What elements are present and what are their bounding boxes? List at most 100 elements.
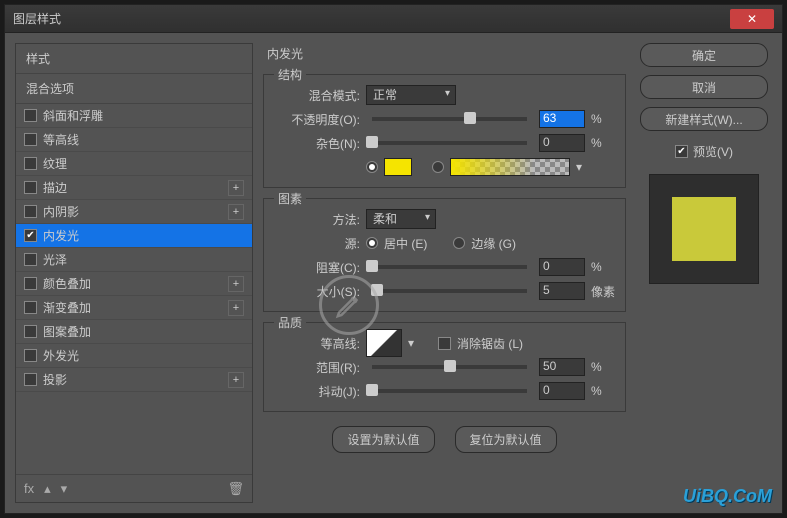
opacity-input[interactable]: 63 (539, 110, 585, 128)
style-checkbox[interactable] (24, 349, 37, 362)
quality-title: 品质 (274, 314, 306, 331)
close-button[interactable]: ✕ (730, 9, 774, 29)
contour-dropdown-icon[interactable]: ▾ (408, 336, 414, 350)
jitter-label: 抖动(J): (274, 383, 360, 400)
style-item-5[interactable]: 内发光 (16, 224, 252, 248)
source-center-radio[interactable] (366, 237, 378, 249)
style-label: 描边 (43, 179, 228, 196)
blend-mode-select[interactable]: 正常 (366, 85, 456, 105)
layer-style-dialog: 图层样式 ✕ 样式 混合选项 斜面和浮雕等高线纹理描边+内阴影+内发光光泽颜色叠… (4, 4, 783, 514)
style-label: 投影 (43, 371, 228, 388)
style-item-9[interactable]: 图案叠加 (16, 320, 252, 344)
cancel-button[interactable]: 取消 (640, 75, 768, 99)
range-label: 范围(R): (274, 359, 360, 376)
range-input[interactable]: 50 (539, 358, 585, 376)
chevron-up-icon[interactable]: ▴ (44, 481, 51, 497)
add-effect-icon[interactable]: + (228, 180, 244, 196)
noise-input[interactable]: 0 (539, 134, 585, 152)
style-item-4[interactable]: 内阴影+ (16, 200, 252, 224)
style-checkbox[interactable] (24, 229, 37, 242)
fx-icon[interactable]: fx (24, 481, 34, 496)
styles-footer: fx ▴ ▾ 🗑 (16, 474, 252, 502)
style-item-3[interactable]: 描边+ (16, 176, 252, 200)
style-checkbox[interactable] (24, 253, 37, 266)
style-checkbox[interactable] (24, 277, 37, 290)
range-slider[interactable] (372, 365, 527, 369)
section-title: 内发光 (263, 43, 626, 64)
size-unit: 像素 (591, 283, 615, 300)
source-edge-radio[interactable] (453, 237, 465, 249)
style-checkbox[interactable] (24, 109, 37, 122)
style-label: 图案叠加 (43, 323, 244, 340)
structure-title: 结构 (274, 66, 306, 83)
style-checkbox[interactable] (24, 181, 37, 194)
structure-group: 结构 混合模式: 正常 不透明度(O): 63 % 杂色(N): 0 % (263, 74, 626, 188)
reset-default-button[interactable]: 复位为默认值 (455, 426, 557, 453)
ok-button[interactable]: 确定 (640, 43, 768, 67)
style-checkbox[interactable] (24, 373, 37, 386)
noise-slider[interactable] (372, 141, 527, 145)
elements-group: 图素 方法: 柔和 源: 居中 (E) 边缘 (G) 阻塞(C): 0 (263, 198, 626, 312)
gradient-dropdown-icon[interactable]: ▾ (576, 160, 582, 174)
preview-label[interactable]: 预览(V) (693, 143, 733, 160)
chevron-down-icon[interactable]: ▾ (61, 481, 68, 497)
style-item-7[interactable]: 颜色叠加+ (16, 272, 252, 296)
style-label: 等高线 (43, 131, 244, 148)
range-unit: % (591, 360, 615, 374)
settings-panel: 内发光 结构 混合模式: 正常 不透明度(O): 63 % 杂色(N): 0 (263, 43, 626, 503)
style-item-10[interactable]: 外发光 (16, 344, 252, 368)
size-input[interactable]: 5 (539, 282, 585, 300)
titlebar: 图层样式 ✕ (5, 5, 782, 33)
opacity-unit: % (591, 112, 615, 126)
style-label: 纹理 (43, 155, 244, 172)
style-item-2[interactable]: 纹理 (16, 152, 252, 176)
preview-swatch (672, 197, 736, 261)
source-label: 源: (274, 235, 360, 252)
choke-slider[interactable] (372, 265, 527, 269)
style-item-11[interactable]: 投影+ (16, 368, 252, 392)
blend-options-heading[interactable]: 混合选项 (16, 74, 252, 104)
noise-unit: % (591, 136, 615, 150)
style-checkbox[interactable] (24, 157, 37, 170)
technique-label: 方法: (274, 211, 360, 228)
style-checkbox[interactable] (24, 301, 37, 314)
make-default-button[interactable]: 设置为默认值 (332, 426, 434, 453)
gradient-swatch[interactable] (450, 158, 570, 176)
style-item-6[interactable]: 光泽 (16, 248, 252, 272)
technique-select[interactable]: 柔和 (366, 209, 436, 229)
jitter-input[interactable]: 0 (539, 382, 585, 400)
style-item-0[interactable]: 斜面和浮雕 (16, 104, 252, 128)
choke-unit: % (591, 260, 615, 274)
contour-label: 等高线: (274, 335, 360, 352)
jitter-slider[interactable] (372, 389, 527, 393)
trash-icon[interactable]: 🗑 (227, 481, 244, 497)
source-center-label[interactable]: 居中 (E) (384, 235, 427, 252)
style-label: 内发光 (43, 227, 244, 244)
opacity-label: 不透明度(O): (274, 111, 360, 128)
styles-heading[interactable]: 样式 (16, 44, 252, 74)
size-slider[interactable] (372, 289, 527, 293)
antialias-checkbox[interactable] (438, 337, 451, 350)
style-checkbox[interactable] (24, 325, 37, 338)
preview-checkbox[interactable] (675, 145, 688, 158)
style-checkbox[interactable] (24, 133, 37, 146)
add-effect-icon[interactable]: + (228, 372, 244, 388)
color-radio[interactable] (366, 161, 378, 173)
contour-picker[interactable] (366, 329, 402, 357)
new-style-button[interactable]: 新建样式(W)... (640, 107, 768, 131)
choke-input[interactable]: 0 (539, 258, 585, 276)
add-effect-icon[interactable]: + (228, 204, 244, 220)
add-effect-icon[interactable]: + (228, 276, 244, 292)
gradient-radio[interactable] (432, 161, 444, 173)
antialias-label[interactable]: 消除锯齿 (L) (457, 335, 523, 352)
style-label: 内阴影 (43, 203, 228, 220)
source-edge-label[interactable]: 边缘 (G) (471, 235, 516, 252)
opacity-slider[interactable] (372, 117, 527, 121)
style-checkbox[interactable] (24, 205, 37, 218)
dialog-title: 图层样式 (13, 10, 730, 27)
style-item-8[interactable]: 渐变叠加+ (16, 296, 252, 320)
style-label: 光泽 (43, 251, 244, 268)
color-swatch[interactable] (384, 158, 412, 176)
style-item-1[interactable]: 等高线 (16, 128, 252, 152)
add-effect-icon[interactable]: + (228, 300, 244, 316)
